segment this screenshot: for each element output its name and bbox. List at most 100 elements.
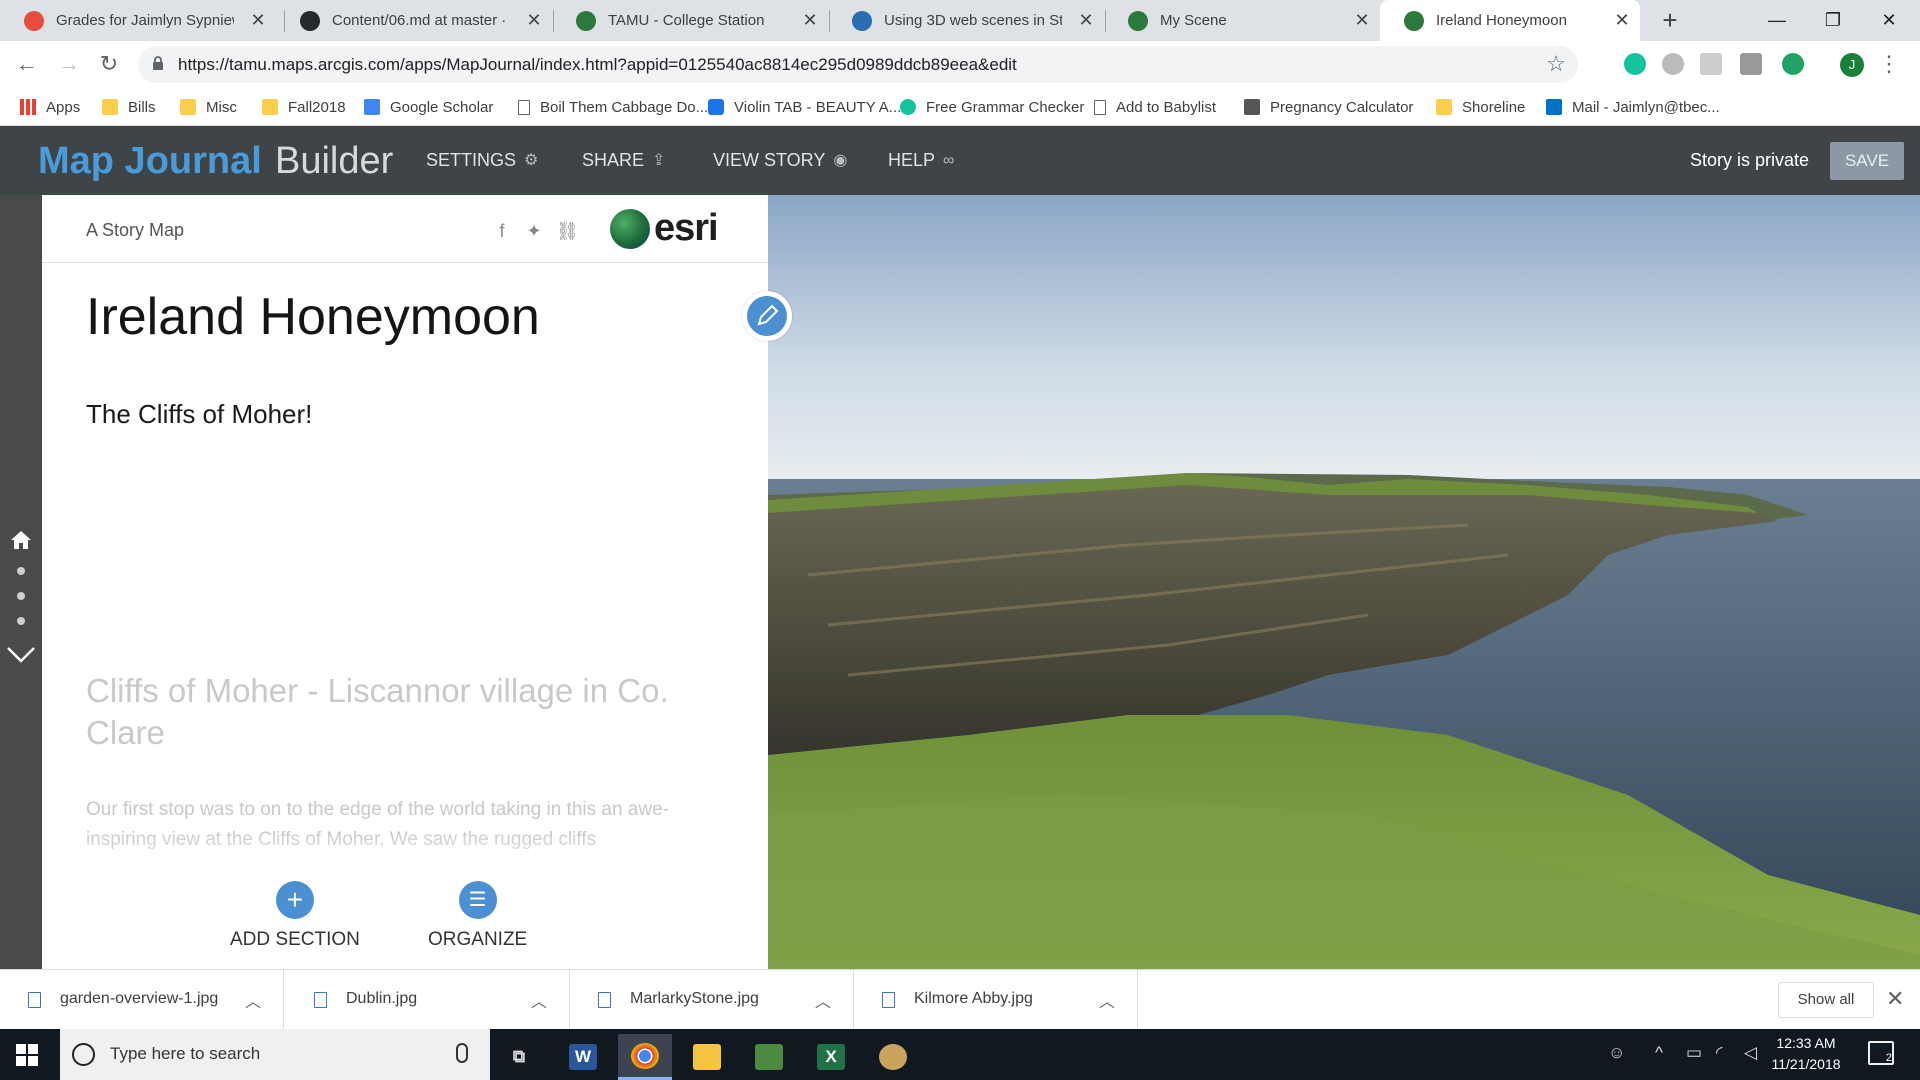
chevron-up-icon[interactable]: ︿: [1099, 988, 1115, 1012]
windows-start-icon[interactable]: [16, 1044, 38, 1066]
url-text: https://tamu.maps.arcgis.com/apps/MapJou…: [178, 55, 1017, 74]
minimize-button[interactable]: —: [1754, 0, 1800, 41]
bookmark-fall2018[interactable]: Fall2018: [262, 96, 346, 118]
bookmark-misc[interactable]: Misc: [180, 96, 237, 118]
twitter-icon[interactable]: ✦: [524, 221, 544, 241]
reload-button[interactable]: ↻: [94, 49, 124, 79]
download-item[interactable]: Dublin.jpg ︿: [286, 970, 570, 1030]
close-tab-icon[interactable]: ✕: [248, 10, 268, 30]
help-menu[interactable]: HELP ∞: [888, 150, 961, 171]
new-tab-button[interactable]: +: [1656, 6, 1684, 34]
volume-muted-icon[interactable]: ◁: [1744, 1043, 1757, 1063]
organize-button[interactable]: ☰ ORGANIZE: [428, 881, 527, 951]
share-menu[interactable]: SHARE ⇪: [582, 150, 670, 171]
apps-grid-icon: [20, 99, 36, 115]
tab-my-scene[interactable]: My Scene ✕: [1104, 0, 1380, 41]
builder-header: Map Journal Builder SETTINGS ⚙ SHARE ⇪ V…: [0, 126, 1920, 195]
bookmark-violin-tab[interactable]: Violin TAB - BEAUTY A...: [708, 96, 901, 118]
close-tab-icon[interactable]: ✕: [800, 10, 820, 30]
paint-taskbar-app[interactable]: [866, 1034, 920, 1080]
home-icon[interactable]: [10, 530, 32, 550]
save-button[interactable]: SAVE: [1830, 142, 1904, 180]
download-item[interactable]: MarlarkyStone.jpg ︿: [570, 970, 854, 1030]
story-map-label: A Story Map: [86, 220, 185, 240]
settings-menu[interactable]: SETTINGS ⚙: [426, 150, 542, 171]
cast-extension-icon[interactable]: [1700, 53, 1722, 75]
bookmark-shoreline[interactable]: Shoreline: [1436, 96, 1525, 118]
bookmark-apps[interactable]: Apps: [20, 96, 80, 118]
people-icon[interactable]: ☺: [1608, 1043, 1625, 1063]
chevron-up-icon[interactable]: ︿: [245, 988, 261, 1012]
section-dot[interactable]: [17, 592, 25, 600]
tab-tamu[interactable]: TAMU - College Station ✕: [552, 0, 828, 41]
system-clock[interactable]: 12:33 AM 11/21/2018: [1770, 1033, 1842, 1075]
link-icon[interactable]: ⛓: [556, 221, 579, 241]
grammarly-extension-icon[interactable]: [1624, 53, 1646, 75]
chevron-up-icon[interactable]: ^: [1655, 1043, 1663, 1063]
browser-menu-icon[interactable]: ⋮: [1878, 53, 1900, 77]
show-all-downloads-button[interactable]: Show all: [1778, 982, 1874, 1018]
bookmark-label: Boil Them Cabbage Do...: [540, 98, 709, 116]
profile-avatar[interactable]: J: [1840, 53, 1864, 77]
close-tab-icon[interactable]: ✕: [524, 10, 544, 30]
check-extension-icon[interactable]: [1782, 53, 1804, 75]
bookmark-label: Misc: [206, 98, 237, 116]
bookmark-google-scholar[interactable]: Google Scholar: [364, 96, 493, 118]
file-explorer-taskbar-app[interactable]: [680, 1034, 734, 1080]
esri-logo[interactable]: esri: [610, 207, 719, 250]
section-dot[interactable]: [17, 617, 25, 625]
extension-icon[interactable]: [1662, 53, 1684, 75]
forward-button[interactable]: →: [54, 49, 84, 79]
download-item[interactable]: Kilmore Abby.jpg ︿: [854, 970, 1138, 1030]
excel-taskbar-app[interactable]: X: [804, 1034, 858, 1080]
lock-icon: [153, 56, 163, 70]
address-bar[interactable]: https://tamu.maps.arcgis.com/apps/MapJou…: [138, 46, 1578, 83]
chevron-down-icon[interactable]: [6, 643, 36, 665]
tab-ireland-honeymoon[interactable]: Ireland Honeymoon ✕: [1380, 0, 1640, 41]
story-subtitle: The Cliffs of Moher!: [86, 399, 313, 429]
chevron-up-icon[interactable]: ︿: [531, 988, 547, 1012]
chevron-up-icon[interactable]: ︿: [815, 988, 831, 1012]
edit-section-button[interactable]: [742, 291, 792, 341]
chrome-taskbar-app[interactable]: [618, 1034, 672, 1080]
bookmark-star-icon[interactable]: ☆: [1546, 51, 1566, 77]
download-extension-icon[interactable]: [1740, 53, 1762, 75]
view-story-menu[interactable]: VIEW STORY ◉: [713, 150, 851, 171]
bookmark-mail[interactable]: Mail - Jaimlyn@tbec...: [1546, 96, 1720, 118]
wifi-icon[interactable]: ◜: [1716, 1043, 1723, 1063]
close-tab-icon[interactable]: ✕: [1612, 10, 1632, 30]
tab-github[interactable]: Content/06.md at master · TAMU ✕: [276, 0, 552, 41]
battery-icon[interactable]: ▭: [1686, 1043, 1702, 1063]
download-filename: garden-overview-1.jpg: [60, 990, 219, 1007]
arcgis-taskbar-app[interactable]: [742, 1034, 796, 1080]
tab-3d-scenes[interactable]: Using 3D web scenes in Story Maps ✕: [828, 0, 1104, 41]
action-center-icon[interactable]: 2: [1868, 1041, 1894, 1065]
section-dot[interactable]: [17, 567, 25, 575]
add-section-button[interactable]: + ADD SECTION: [230, 881, 360, 951]
cortana-icon: [72, 1043, 95, 1066]
bookmark-boil-them-cabbage[interactable]: Boil Them Cabbage Do...: [518, 96, 708, 118]
back-button[interactable]: ←: [12, 49, 42, 79]
word-icon: W: [569, 1044, 597, 1070]
list-icon: ☰: [458, 881, 497, 919]
bookmark-bills[interactable]: Bills: [102, 96, 156, 118]
restore-button[interactable]: ❐: [1810, 0, 1856, 41]
bookmark-babylist[interactable]: Add to Babylist: [1094, 96, 1216, 118]
bookmark-pregnancy-calculator[interactable]: Pregnancy Calculator: [1244, 96, 1413, 118]
facebook-icon[interactable]: f: [492, 221, 512, 241]
taskbar-search-box[interactable]: Type here to search: [60, 1029, 490, 1080]
close-downloads-icon[interactable]: ✕: [1886, 986, 1904, 1012]
download-item[interactable]: garden-overview-1.jpg ︿: [0, 970, 284, 1030]
tab-grades[interactable]: Grades for Jaimlyn Sypniewski ✕: [0, 0, 276, 41]
menu-label: SETTINGS: [426, 150, 517, 170]
microphone-icon[interactable]: [456, 1043, 468, 1063]
plus-icon: +: [275, 881, 314, 919]
close-tab-icon[interactable]: ✕: [1076, 10, 1096, 30]
close-tab-icon[interactable]: ✕: [1352, 10, 1372, 30]
close-window-button[interactable]: ✕: [1866, 0, 1912, 41]
share-icon: ⇪: [652, 151, 666, 169]
bookmark-grammar-checker[interactable]: Free Grammar Checker: [900, 96, 1084, 118]
clock-date: 11/21/2018: [1771, 1056, 1841, 1072]
task-view-button[interactable]: ⧉: [492, 1034, 546, 1080]
word-taskbar-app[interactable]: W: [556, 1034, 610, 1080]
